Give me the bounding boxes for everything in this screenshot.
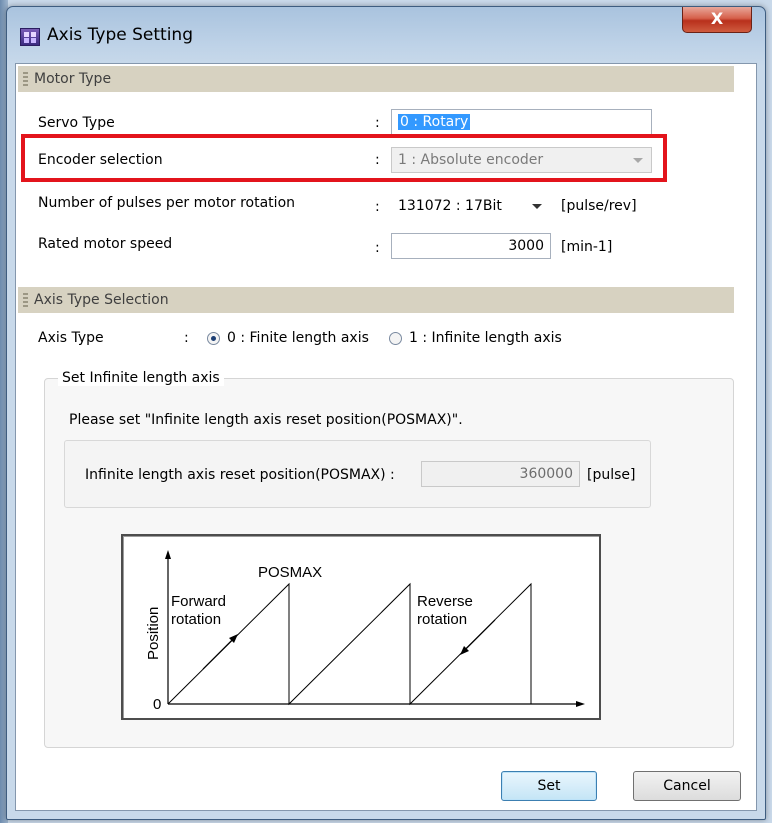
- servo-type-colon: :: [375, 115, 380, 131]
- rated-speed-label: Rated motor speed: [38, 236, 173, 252]
- reverse-arrow-line: [462, 619, 496, 653]
- set-button[interactable]: Set: [501, 771, 597, 801]
- y-axis-arrow: [165, 550, 171, 559]
- axis-type-selection-header-label: Axis Type Selection: [34, 292, 169, 308]
- posmax-text: POSMAX: [258, 564, 322, 581]
- posmax-input[interactable]: 360000: [421, 461, 580, 487]
- forward-arrow-line: [202, 636, 236, 670]
- axis-type-label: Axis Type: [38, 330, 104, 346]
- servo-type-value: 0 : Rotary: [398, 114, 471, 130]
- grip-icon: [23, 293, 28, 307]
- posmax-unit: [pulse]: [587, 467, 636, 483]
- pulses-unit: [pulse/rev]: [561, 198, 637, 214]
- cancel-button[interactable]: Cancel: [633, 771, 741, 801]
- rated-speed-input[interactable]: 3000: [391, 233, 551, 259]
- infinite-length-group-legend: Set Infinite length axis: [58, 370, 224, 386]
- y-axis-text: Position: [145, 607, 162, 660]
- motor-type-header-label: Motor Type: [34, 71, 112, 87]
- window-title: Axis Type Setting: [47, 25, 193, 45]
- reverse-text-2: rotation: [417, 611, 467, 628]
- posmax-label: Infinite length axis reset position(POSM…: [85, 467, 395, 483]
- posmax-diagram: POSMAX Forward rotation Reverse rotation…: [121, 534, 601, 720]
- title-bar[interactable]: Axis Type Setting X: [7, 7, 765, 59]
- radio-finite-length-label[interactable]: 0 : Finite length axis: [227, 330, 369, 346]
- app-icon: [20, 28, 40, 46]
- motor-type-header: Motor Type: [18, 66, 734, 92]
- posmax-instruction: Please set "Infinite length axis reset p…: [69, 412, 463, 428]
- servo-type-label: Servo Type: [38, 115, 115, 131]
- rated-speed-unit: [min-1]: [561, 239, 613, 255]
- grip-icon: [23, 72, 28, 86]
- origin-text: 0: [153, 696, 161, 713]
- rated-speed-colon: :: [375, 240, 380, 256]
- radio-infinite-length-label[interactable]: 1 : Infinite length axis: [409, 330, 562, 346]
- pulses-label: Number of pulses per motor rotation: [38, 195, 296, 211]
- highlight-box: [21, 134, 667, 182]
- close-button[interactable]: X: [682, 7, 752, 33]
- axis-type-selection-header: Axis Type Selection: [18, 287, 734, 313]
- pulses-value: 131072 : 17Bit: [398, 198, 502, 214]
- reverse-text-1: Reverse: [417, 593, 473, 610]
- chevron-down-icon: [532, 204, 542, 209]
- radio-infinite-length[interactable]: [389, 332, 402, 345]
- forward-text-2: rotation: [171, 611, 221, 628]
- servo-type-field[interactable]: 0 : Rotary: [391, 109, 652, 135]
- pulses-colon: :: [375, 199, 380, 215]
- radio-finite-length[interactable]: [207, 332, 220, 345]
- axis-type-colon: :: [184, 330, 189, 346]
- pulses-dropdown[interactable]: 131072 : 17Bit: [391, 193, 551, 219]
- x-axis-arrow: [576, 701, 585, 707]
- sawtooth-diagram-svg: POSMAX Forward rotation Reverse rotation…: [145, 550, 585, 713]
- forward-text-1: Forward: [171, 593, 226, 610]
